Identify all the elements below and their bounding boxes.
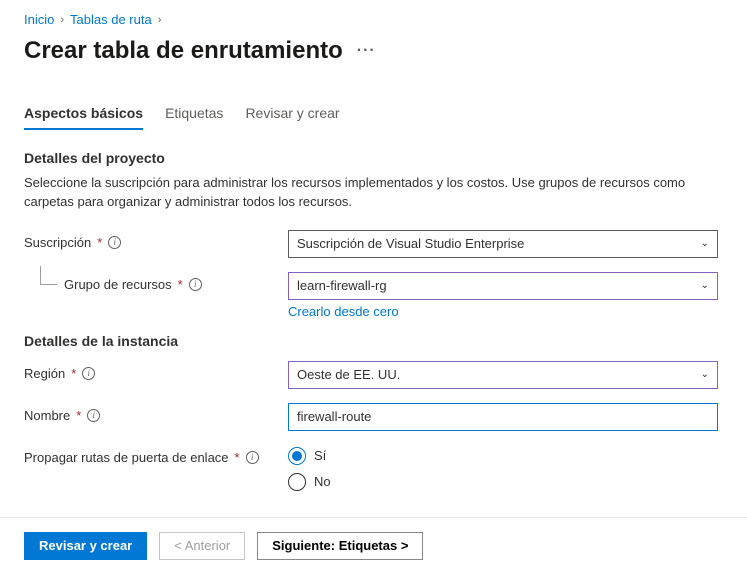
propagate-label: Propagar rutas de puerta de enlace * i (24, 445, 288, 465)
subscription-label: Suscripción * i (24, 230, 288, 250)
tab-basics[interactable]: Aspectos básicos (24, 99, 143, 129)
propagate-radio-group: Sí No (288, 445, 723, 491)
chevron-right-icon: › (60, 14, 64, 26)
propagate-no-radio[interactable]: No (288, 473, 723, 491)
required-asterisk: * (235, 450, 240, 465)
breadcrumb-home[interactable]: Inicio (24, 12, 54, 27)
chevron-down-icon: ⌄ (701, 238, 709, 249)
project-details-description: Seleccione la suscripción para administr… (24, 174, 723, 212)
name-input[interactable] (288, 403, 718, 431)
info-icon[interactable]: i (246, 451, 259, 464)
info-icon[interactable]: i (189, 278, 202, 291)
tab-review[interactable]: Revisar y crear (245, 99, 339, 129)
resource-group-select[interactable]: learn-firewall-rg ⌄ (288, 272, 718, 300)
required-asterisk: * (178, 277, 183, 292)
breadcrumb-route-tables[interactable]: Tablas de ruta (70, 12, 152, 27)
chevron-down-icon: ⌄ (701, 369, 709, 380)
name-label: Nombre * i (24, 403, 288, 423)
project-details-heading: Detalles del proyecto (24, 150, 723, 166)
breadcrumb: Inicio › Tablas de ruta › (24, 12, 723, 27)
required-asterisk: * (76, 408, 81, 423)
previous-button: < Anterior (159, 532, 245, 560)
subscription-select[interactable]: Suscripción de Visual Studio Enterprise … (288, 230, 718, 258)
next-button[interactable]: Siguiente: Etiquetas > (257, 532, 423, 560)
region-label: Región * i (24, 361, 288, 381)
chevron-down-icon: ⌄ (701, 280, 709, 291)
required-asterisk: * (71, 366, 76, 381)
required-asterisk: * (97, 235, 102, 250)
review-create-button[interactable]: Revisar y crear (24, 532, 147, 560)
region-select[interactable]: Oeste de EE. UU. ⌄ (288, 361, 718, 389)
page-title: Crear tabla de enrutamiento ··· (24, 37, 723, 65)
info-icon[interactable]: i (82, 367, 95, 380)
create-new-link[interactable]: Crearlo desde cero (288, 304, 723, 319)
chevron-right-icon: › (158, 14, 162, 26)
more-icon[interactable]: ··· (357, 42, 376, 60)
footer: Revisar y crear < Anterior Siguiente: Et… (0, 517, 747, 576)
resource-group-label: Grupo de recursos * i (24, 272, 288, 292)
info-icon[interactable]: i (108, 236, 121, 249)
tabs: Aspectos básicos Etiquetas Revisar y cre… (24, 99, 723, 130)
tab-tags[interactable]: Etiquetas (165, 99, 223, 129)
info-icon[interactable]: i (87, 409, 100, 422)
instance-details-heading: Detalles de la instancia (24, 333, 723, 349)
propagate-yes-radio[interactable]: Sí (288, 447, 723, 465)
